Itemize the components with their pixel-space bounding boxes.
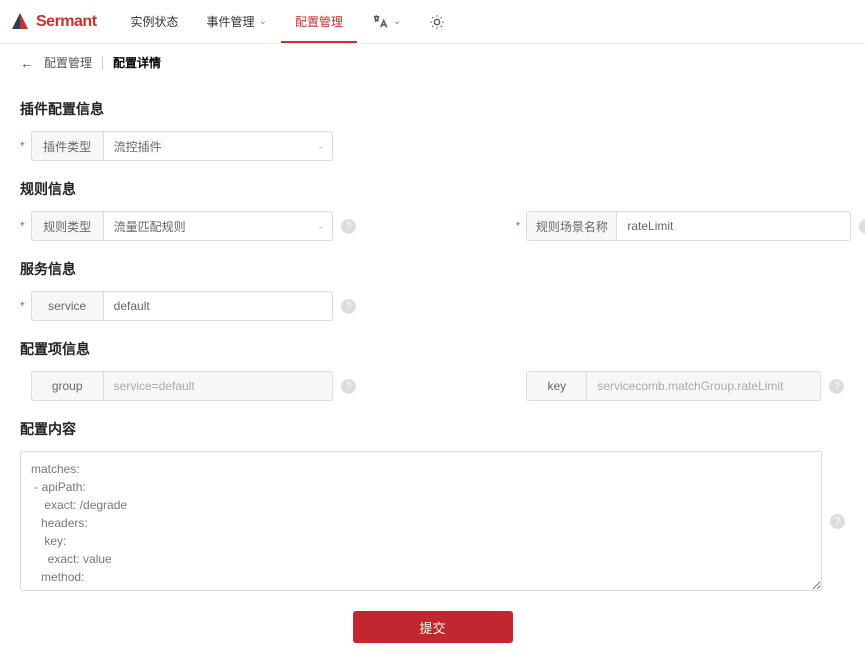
submit-button[interactable]: 提交 (353, 611, 513, 643)
config-content-textarea[interactable] (20, 451, 822, 591)
rule-scene-input[interactable] (616, 211, 851, 241)
language-icon[interactable]: ⌄ (357, 0, 415, 43)
breadcrumb-parent[interactable]: 配置管理 (44, 54, 92, 71)
brand-text: Sermant (36, 13, 97, 31)
section-plugin-info: 插件配置信息 (20, 99, 845, 119)
key-input (586, 371, 821, 401)
back-arrow-icon[interactable]: ← (20, 55, 34, 71)
help-icon[interactable]: ? (341, 379, 356, 394)
help-icon[interactable]: ? (859, 219, 865, 234)
nav-instance-status[interactable]: 实例状态 (117, 0, 193, 43)
theme-icon[interactable] (415, 0, 459, 43)
service-input[interactable] (103, 291, 333, 321)
help-icon[interactable]: ? (829, 379, 844, 394)
rule-type-field: * 规则类型 ⌄ ? (20, 211, 356, 241)
help-icon[interactable]: ? (341, 299, 356, 314)
required-mark: * (516, 219, 521, 233)
section-config-item: 配置项信息 (20, 339, 845, 359)
chevron-down-icon: ⌄ (393, 16, 401, 27)
group-input (103, 371, 333, 401)
service-field: * service ? (20, 291, 356, 321)
nav-config-management[interactable]: 配置管理 (281, 0, 357, 43)
breadcrumb-separator (102, 56, 103, 70)
rule-type-input[interactable] (103, 211, 333, 241)
key-label: key (526, 371, 586, 401)
breadcrumb: ← 配置管理 配置详情 (0, 44, 865, 81)
section-rule-info: 规则信息 (20, 179, 845, 199)
help-icon[interactable]: ? (830, 514, 845, 529)
help-icon[interactable]: ? (341, 219, 356, 234)
required-mark: * (20, 299, 25, 313)
key-field: * key ? (516, 371, 845, 401)
plugin-type-input[interactable] (103, 131, 333, 161)
main-nav: 实例状态 事件管理⌄ 配置管理 ⌄ (117, 0, 460, 43)
rule-scene-label: 规则场景名称 (526, 211, 616, 241)
main-content: 插件配置信息 * 插件类型 ⌄ 规则信息 * 规则类型 ⌄ ? * 规则场景名称… (0, 99, 865, 663)
config-content-wrap: ? (20, 451, 845, 591)
required-mark: * (20, 219, 25, 233)
logo: Sermant (10, 12, 97, 32)
section-config-content: 配置内容 (20, 419, 845, 439)
chevron-down-icon: ⌄ (259, 16, 267, 27)
app-header: Sermant 实例状态 事件管理⌄ 配置管理 ⌄ (0, 0, 865, 44)
plugin-type-field: * 插件类型 ⌄ (20, 131, 333, 161)
submit-row: 提交 (20, 611, 845, 643)
plugin-type-select[interactable]: ⌄ (103, 131, 333, 161)
service-label: service (31, 291, 103, 321)
breadcrumb-current: 配置详情 (113, 54, 161, 71)
required-mark: * (20, 139, 25, 153)
rule-scene-field: * 规则场景名称 ? (516, 211, 865, 241)
group-field: * group ? (20, 371, 356, 401)
rule-type-select[interactable]: ⌄ (103, 211, 333, 241)
plugin-type-label: 插件类型 (31, 131, 103, 161)
group-label: group (31, 371, 103, 401)
rule-type-label: 规则类型 (31, 211, 103, 241)
nav-event-management[interactable]: 事件管理⌄ (193, 0, 281, 43)
logo-icon (10, 12, 30, 32)
section-service-info: 服务信息 (20, 259, 845, 279)
